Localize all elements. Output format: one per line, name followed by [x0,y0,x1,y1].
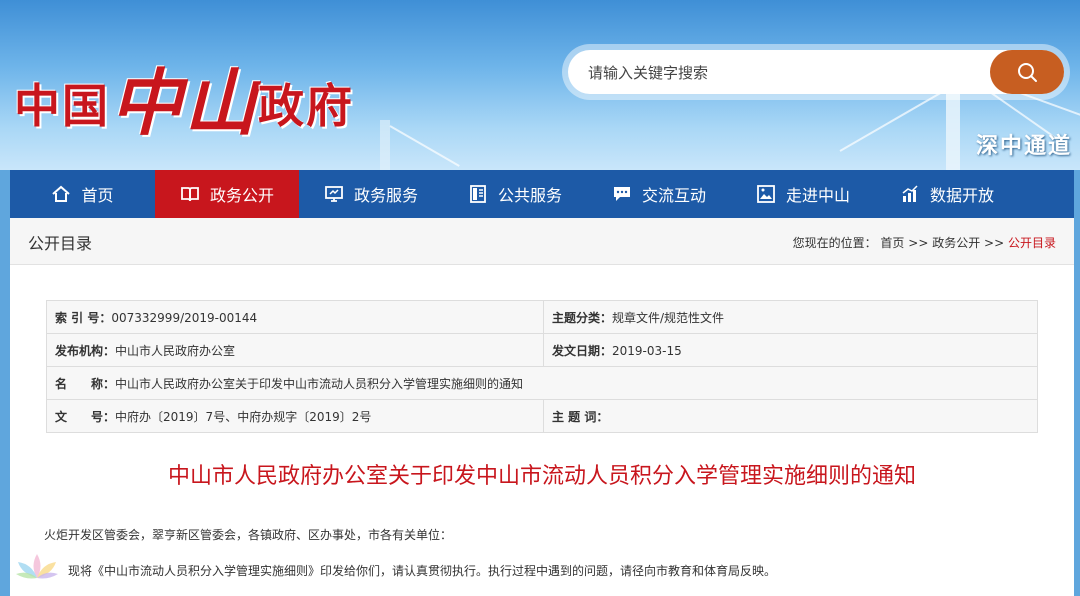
nav-item-public-services[interactable]: 公共服务 [443,170,587,218]
table-row: 名 称：中山市人民政府办公室关于印发中山市流动人员积分入学管理实施细则的通知 [46,366,1038,400]
logo-text: 政府 [258,79,355,133]
meta-keywords-cell: 主 题 词： [543,399,1038,433]
meta-value: 中府办〔2019〕7号、中府办规字〔2019〕2号 [115,409,372,424]
nav-item-interaction[interactable]: 交流互动 [587,170,731,218]
book-icon [181,187,199,202]
bridge-cable-decoration [389,125,460,167]
meta-label: 主题分类： [552,310,613,325]
meta-topic-cell: 主题分类：规章文件/规范性文件 [543,300,1038,334]
meta-value: 中山市人民政府办公室 [115,343,236,358]
search-button[interactable] [990,50,1064,94]
table-row: 索 引 号：007332999/2019-00144 主题分类：规章文件/规范性… [46,300,1038,334]
monitor-icon [325,186,343,202]
nav-item-home[interactable]: 首页 [10,170,155,218]
main-content: 公开目录 您现在的位置： 首页 >> 政务公开 >> 公开目录 索 引 号：00… [10,218,1074,596]
meta-date-cell: 发文日期：2019-03-15 [543,333,1038,367]
search-field-wrapper [568,50,1064,96]
meta-label: 主 题 词： [552,409,609,424]
nav-item-label: 政务服务 [353,186,418,205]
meta-value: 007332999/2019-00144 [111,310,258,325]
chart-icon [902,185,918,202]
nav-item-open-data[interactable]: 数据开放 [875,170,1019,218]
meta-org-cell: 发布机构：中山市人民政府办公室 [46,333,544,367]
meta-name-cell: 名 称：中山市人民政府办公室关于印发中山市流动人员积分入学管理实施细则的通知 [46,366,1038,400]
section-title: 公开目录 [28,234,93,253]
breadcrumb-government-affairs-link[interactable]: 政务公开 [932,236,980,250]
document-salutation: 火炬开发区管委会，翠亨新区管委会，各镇政府、区办事处，市各有关单位： [44,528,453,542]
nav-item-label: 数据开放 [929,186,994,205]
section-header: 公开目录 您现在的位置： 首页 >> 政务公开 >> 公开目录 [10,218,1074,265]
document-title: 中山市人民政府办公室关于印发中山市流动人员积分入学管理实施细则的通知 [167,464,916,489]
breadcrumb: 您现在的位置： 首页 >> 政务公开 >> 公开目录 [793,234,1056,251]
header-banner: 中国中山政府 深中通道 [0,0,1080,170]
meta-label: 文 号： [55,409,116,424]
meta-label: 名 称： [55,376,116,391]
lotus-logo-icon [16,554,58,579]
breadcrumb-separator: >> [908,236,929,250]
logo-calligraphy: 中山 [110,60,259,145]
meta-value: 规章文件/规范性文件 [612,310,725,325]
table-row: 发布机构：中山市人民政府办公室 发文日期：2019-03-15 [46,333,1038,367]
nav-item-label: 首页 [81,186,114,205]
nav-item-label: 走进中山 [785,186,850,205]
table-row: 文 号：中府办〔2019〕7号、中府办规字〔2019〕2号 主 题 词： [46,399,1038,433]
logo-text: 中国 [14,79,110,133]
document-body-paragraph: 现将《中山市流动人员积分入学管理实施细则》印发给你们，请认真贯彻执行。执行过程中… [68,564,777,578]
nav-item-label: 交流互动 [641,186,706,205]
banner-tagline: 深中通道 [975,134,1072,159]
breadcrumb-prefix: 您现在的位置： [792,236,877,250]
bridge-tower-decoration [380,120,390,170]
meta-docno-cell: 文 号：中府办〔2019〕7号、中府办规字〔2019〕2号 [46,399,544,433]
breadcrumb-separator: >> [984,236,1005,250]
home-icon [52,185,71,202]
document-metadata-table: 索 引 号：007332999/2019-00144 主题分类：规章文件/规范性… [46,300,1038,433]
site-logo[interactable]: 中国中山政府 [14,44,354,149]
main-nav: 首页 政务公开 政务服务 公共服务 交流互动 走进中山 数据开放 [10,170,1074,218]
chat-icon [613,187,630,201]
breadcrumb-current[interactable]: 公开目录 [1008,236,1056,250]
search-icon [1018,63,1037,82]
meta-label: 发文日期： [552,343,613,358]
nav-item-about-zhongshan[interactable]: 走进中山 [731,170,875,218]
nav-item-label: 政务公开 [209,186,274,205]
search-input[interactable] [586,50,970,96]
meta-label: 发布机构： [55,343,116,358]
meta-value: 中山市人民政府办公室关于印发中山市流动人员积分入学管理实施细则的通知 [115,376,524,391]
nav-item-government-services[interactable]: 政务服务 [299,170,443,218]
nav-item-label: 公共服务 [497,186,562,205]
meta-label: 索 引 号： [55,310,112,325]
meta-value: 2019-03-15 [612,343,682,358]
picture-icon [757,185,775,203]
nav-item-government-affairs[interactable]: 政务公开 [155,170,299,218]
document-icon [470,185,486,203]
search-box [562,44,1070,100]
breadcrumb-home-link[interactable]: 首页 [880,236,904,250]
meta-index-cell: 索 引 号：007332999/2019-00144 [46,300,544,334]
